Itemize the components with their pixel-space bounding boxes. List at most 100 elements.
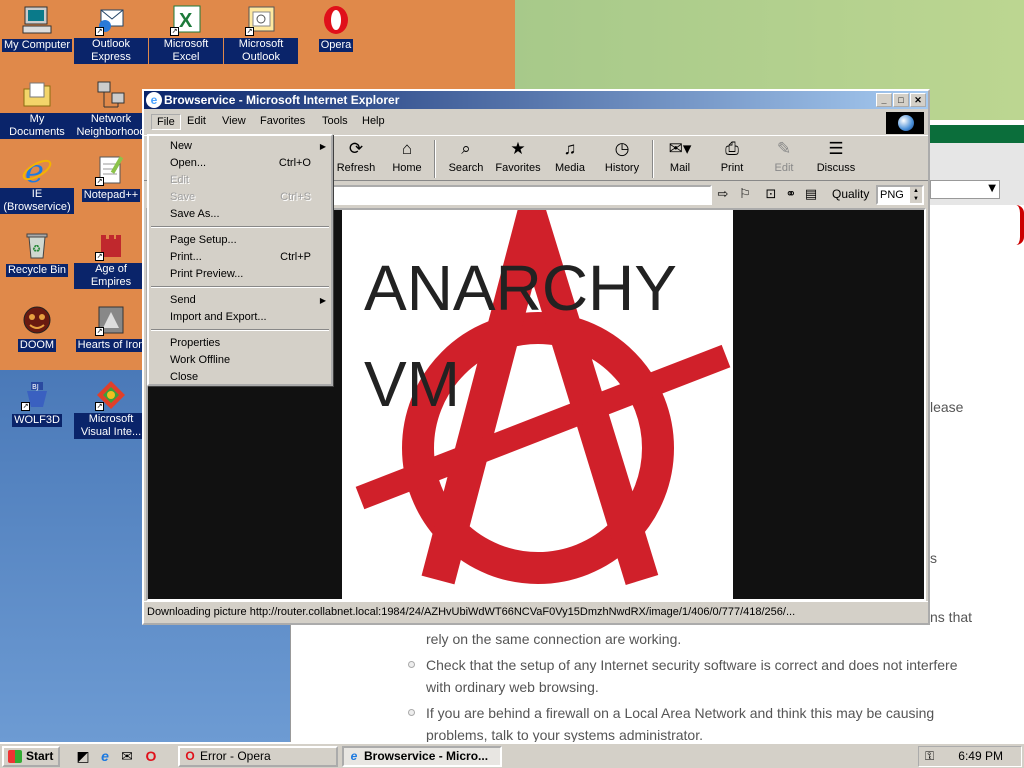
menu-item-edit: Edit [170, 174, 189, 186]
close-button[interactable]: ✕ [910, 93, 926, 107]
mail-button[interactable]: ✉▾ Mail [654, 138, 706, 174]
desktop-icon-network[interactable]: Network Neighborhood [74, 79, 148, 139]
menu-edit[interactable]: Edit [182, 114, 211, 128]
menu-item-work-offline[interactable]: Work Offline [149, 352, 331, 369]
favorites-icon: ★ [510, 139, 526, 158]
desktop-icon-excel[interactable]: X ↗ Microsoft Excel [149, 4, 223, 64]
print-icon: ⎙ [725, 139, 739, 158]
quality-label: Quality [832, 187, 870, 201]
opera-error-graphic [1016, 205, 1024, 245]
refresh-button[interactable]: ⟳ Refresh [330, 138, 382, 174]
desktop-icon-wolf3d[interactable]: BJ ↗ WOLF3D [0, 379, 74, 427]
desktop-icon-outlook[interactable]: ↗ Microsoft Outlook [224, 4, 298, 64]
opera-header-strip [920, 125, 1024, 143]
desktop-icon-notepad-plus-plus[interactable]: ↗ Notepad++ [74, 154, 148, 202]
ie-icon: e [146, 92, 162, 108]
status-text: Downloading picture http://router.collab… [147, 606, 796, 618]
opera-text-line: problems, talk to your systems administr… [426, 727, 703, 743]
go-arrow-icon[interactable]: ⇨ [714, 186, 732, 204]
anarchy-vm-text: ANARCHY VM [364, 252, 677, 420]
task-button-opera[interactable]: O Error - Opera [178, 746, 338, 767]
maximize-button[interactable]: □ [893, 93, 909, 107]
ie-icon[interactable]: e [96, 747, 114, 765]
opera-icon [320, 4, 352, 36]
binoculars-icon[interactable]: ⚭ [782, 186, 800, 204]
ie-throbber-logo [886, 112, 924, 134]
outlook-icon: ↗ [245, 4, 277, 36]
desktop-icon-my-computer[interactable]: My Computer [0, 4, 74, 52]
desktop-icon-my-documents[interactable]: My Documents [0, 79, 74, 139]
age-of-empires-icon: ↗ [95, 229, 127, 261]
show-desktop-icon[interactable]: ◩ [74, 747, 92, 765]
menu-item-new[interactable]: New ▶ [149, 138, 331, 155]
discuss-button[interactable]: ☰ Discuss [810, 138, 862, 174]
opera-text-fragment: lease [930, 399, 964, 415]
history-button[interactable]: ◷ History [596, 138, 648, 174]
clipboard-icon[interactable]: ▤ [802, 186, 820, 204]
network-icon [95, 79, 127, 111]
menu-item-page-setup[interactable]: Page Setup... [149, 232, 331, 249]
ie-icon: e [21, 152, 53, 190]
media-button[interactable]: ♫ Media [544, 138, 596, 174]
desktop-icon-recycle-bin[interactable]: ♻ Recycle Bin [0, 229, 74, 277]
excel-icon: X ↗ [170, 4, 202, 36]
globe-icon [898, 115, 914, 131]
find-icon[interactable]: ⊡ [762, 186, 780, 204]
menu-help[interactable]: Help [357, 114, 390, 128]
svg-text:X: X [179, 10, 193, 32]
opera-text-line: rely on the same connection are working. [426, 631, 682, 647]
favorites-button[interactable]: ★ Favorites [492, 138, 544, 174]
desktop-icon-age-of-empires[interactable]: ↗ Age of Empires [74, 229, 148, 289]
desktop-icon-doom[interactable]: DOOM [0, 304, 74, 352]
menu-favorites[interactable]: Favorites [255, 114, 310, 128]
desktop-icon-hearts-of-iron[interactable]: ↗ Hearts of Iron [74, 304, 148, 352]
home-button[interactable]: ⌂ Home [381, 138, 433, 174]
minimize-button[interactable]: _ [876, 93, 892, 107]
outlook-express-icon[interactable]: ✉ [118, 747, 136, 765]
menu-view[interactable]: View [217, 114, 251, 128]
windows-flag-icon [8, 750, 22, 763]
opera-icon[interactable]: O [142, 747, 160, 765]
svg-text:BJ: BJ [32, 383, 39, 391]
quality-select[interactable]: PNG ▲ ▼ [876, 185, 924, 205]
folder-icon [21, 79, 53, 111]
bullet-icon [408, 661, 415, 668]
clock[interactable]: 6:49 PM [958, 747, 1003, 766]
history-icon: ◷ [614, 139, 630, 158]
submenu-arrow-icon: ▶ [319, 142, 326, 151]
discuss-icon: ☰ [828, 139, 844, 158]
menu-tools[interactable]: Tools [317, 114, 353, 128]
menu-item-print[interactable]: Print... Ctrl+P [149, 249, 331, 266]
task-button-browservice[interactable]: e Browservice - Micro... [342, 746, 502, 767]
menu-separator [151, 286, 329, 288]
desktop-icon-visual-interdev[interactable]: ↗ Microsoft Visual Inte... [74, 379, 148, 439]
search-button[interactable]: ⌕ Search [440, 138, 492, 174]
menu-item-open[interactable]: Open... Ctrl+O [149, 155, 331, 172]
chevron-down-icon: ▼ [988, 183, 996, 194]
home-icon: ⌂ [401, 139, 413, 158]
opera-text-fragment: s [930, 550, 937, 566]
print-button[interactable]: ⎙ Print [706, 138, 758, 174]
menu-file[interactable]: File [151, 114, 181, 130]
network-tray-icon[interactable]: ⚿ [925, 748, 941, 764]
desktop-icon-opera[interactable]: Opera [299, 4, 373, 52]
menu-item-send[interactable]: Send ▶ [149, 292, 331, 309]
menu-item-close[interactable]: Close [149, 369, 331, 386]
visual-interdev-icon: ↗ [95, 379, 127, 411]
desktop-icon-outlook-express[interactable]: ↗ Outlook Express [74, 4, 148, 64]
menu-item-print-preview[interactable]: Print Preview... [149, 266, 331, 283]
menu-item-save-as[interactable]: Save As... [149, 206, 331, 223]
spinner-arrows-icon[interactable]: ▲ ▼ [910, 187, 922, 203]
start-button[interactable]: Start [2, 746, 60, 767]
outlook-express-icon: ↗ [95, 4, 127, 36]
bookmark-icon[interactable]: ⚐ [736, 186, 754, 204]
address-input[interactable] [324, 185, 712, 205]
title-bar[interactable]: e Browservice - Microsoft Internet Explo… [144, 91, 928, 109]
menu-item-properties[interactable]: Properties [149, 335, 331, 352]
opera-text-fragment: ns that [930, 609, 973, 625]
doom-icon [21, 304, 53, 336]
desktop-icon-ie-browservice[interactable]: e IE (Browservice) [0, 152, 74, 214]
opera-dropdown[interactable]: ▼ [930, 180, 1000, 199]
menu-item-import-export[interactable]: Import and Export... [149, 309, 331, 326]
edit-button[interactable]: ✎ Edit [758, 138, 810, 174]
